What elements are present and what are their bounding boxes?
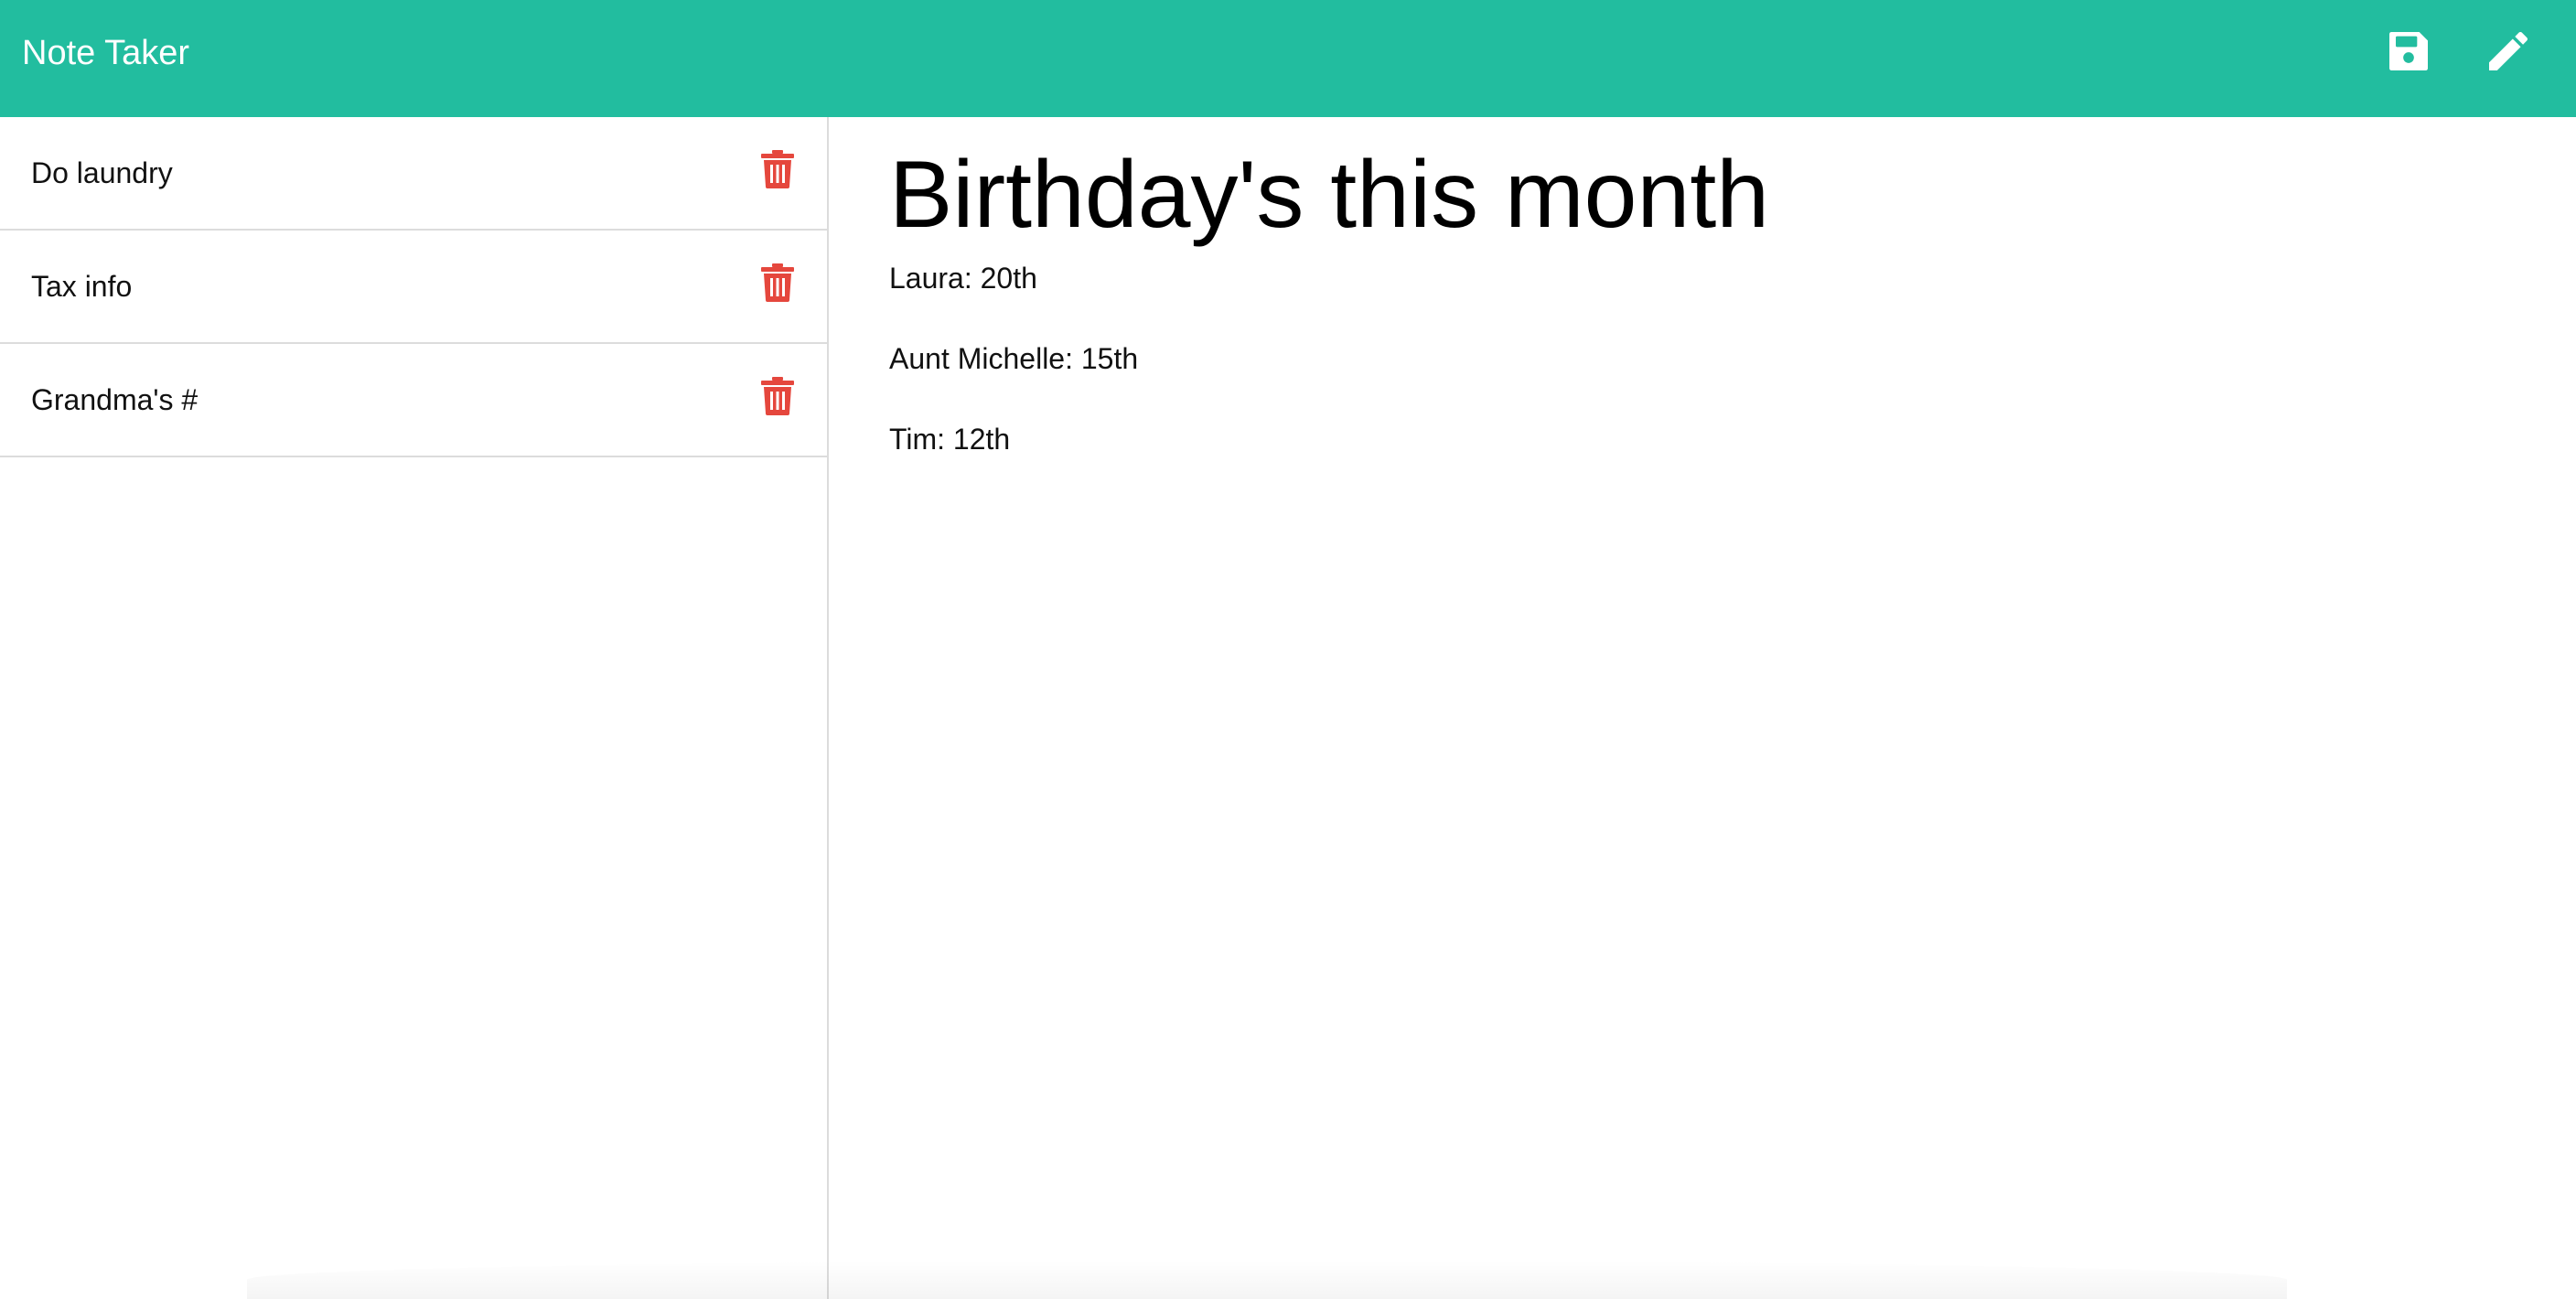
note-line: Aunt Michelle: 15th [889,342,1139,375]
delete-note-button[interactable] [761,263,794,302]
note-list-item-grandmas-number[interactable]: Grandma's # [0,344,827,457]
note-title[interactable]: Do laundry [31,154,173,192]
navbar: Note Taker [0,0,2576,117]
note-title-field[interactable]: Birthday's this month [889,135,1769,254]
note-editor: Birthday's this month Laura: 20th Aunt M… [831,117,2576,1299]
note-title[interactable]: Tax info [31,267,132,306]
note-line: Laura: 20th [889,262,1037,295]
trash-icon [761,150,794,188]
trash-icon [761,263,794,302]
pencil-icon [2489,31,2528,70]
trash-icon [761,377,794,415]
app-title[interactable]: Note Taker [22,31,189,75]
note-list: Do laundry Tax info Grandma's # [0,117,827,457]
note-line: Tim: 12th [889,423,1011,456]
delete-note-button[interactable] [761,377,794,415]
delete-note-button[interactable] [761,150,794,188]
note-list-item-tax-info[interactable]: Tax info [0,231,827,344]
new-note-button[interactable] [2483,26,2534,77]
save-icon [2389,32,2428,70]
note-list-item-do-laundry[interactable]: Do laundry [0,117,827,231]
save-note-button[interactable] [2383,26,2434,77]
note-text-field[interactable]: Laura: 20th Aunt Michelle: 15th Tim: 12t… [889,260,1138,501]
notes-sidebar: Do laundry Tax info Grandma's # [0,117,829,1299]
note-title[interactable]: Grandma's # [31,381,198,419]
